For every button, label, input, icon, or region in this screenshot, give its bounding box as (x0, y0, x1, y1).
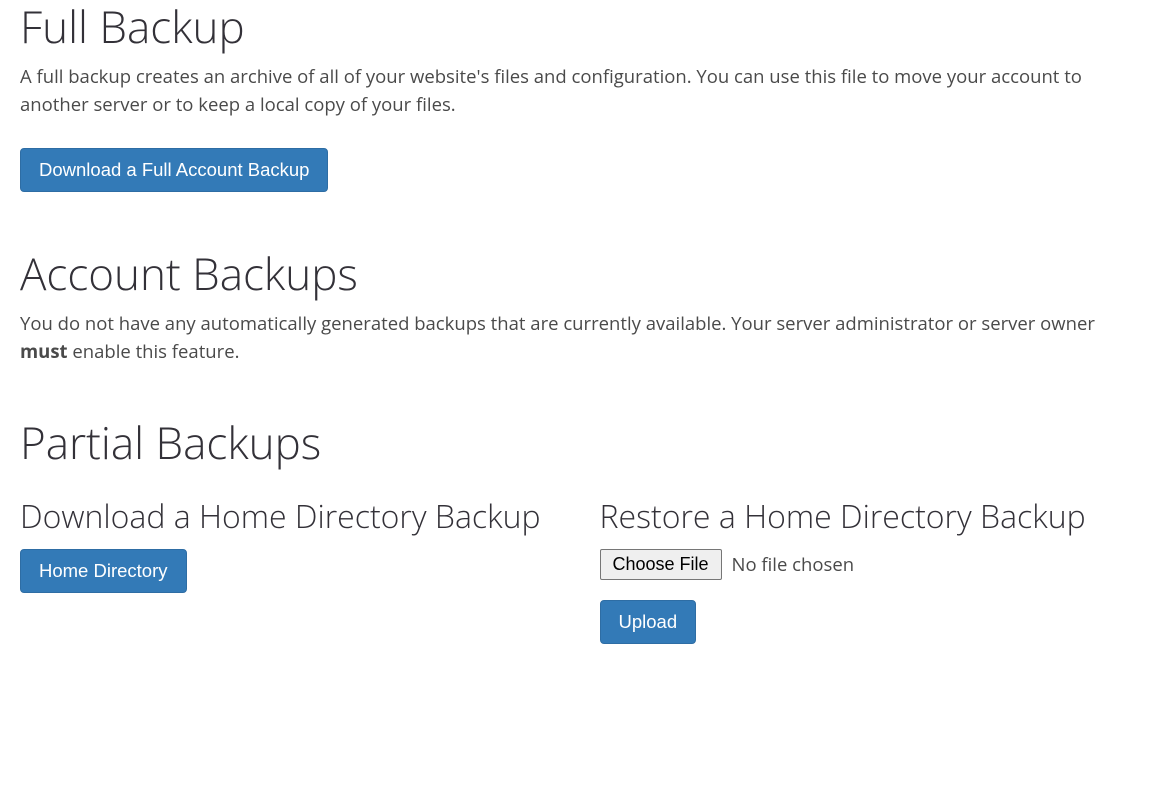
partial-backups-title: Partial Backups (20, 416, 1139, 469)
download-home-directory-column: Download a Home Directory Backup Home Di… (20, 498, 560, 643)
account-backups-desc-bold: must (20, 339, 68, 364)
full-backup-section: Full Backup A full backup creates an arc… (20, 0, 1139, 192)
download-full-backup-button[interactable]: Download a Full Account Backup (20, 148, 328, 192)
account-backups-description: You do not have any automatically genera… (20, 310, 1139, 366)
file-input-row: Choose File No file chosen (600, 549, 1140, 580)
download-home-directory-button[interactable]: Home Directory (20, 549, 187, 593)
full-backup-description: A full backup creates an archive of all … (20, 63, 1139, 119)
choose-file-button[interactable]: Choose File (600, 549, 722, 580)
account-backups-title: Account Backups (20, 247, 1139, 300)
restore-home-directory-column: Restore a Home Directory Backup Choose F… (600, 498, 1140, 643)
upload-button[interactable]: Upload (600, 600, 697, 644)
account-backups-desc-pre: You do not have any automatically genera… (20, 311, 1095, 336)
partial-backups-section: Partial Backups Download a Home Director… (20, 416, 1139, 644)
account-backups-section: Account Backups You do not have any auto… (20, 247, 1139, 365)
account-backups-desc-post: enable this feature. (68, 339, 240, 364)
download-home-directory-heading: Download a Home Directory Backup (20, 498, 560, 536)
file-status-text: No file chosen (732, 552, 855, 577)
full-backup-title: Full Backup (20, 0, 1139, 53)
restore-home-directory-heading: Restore a Home Directory Backup (600, 498, 1140, 536)
